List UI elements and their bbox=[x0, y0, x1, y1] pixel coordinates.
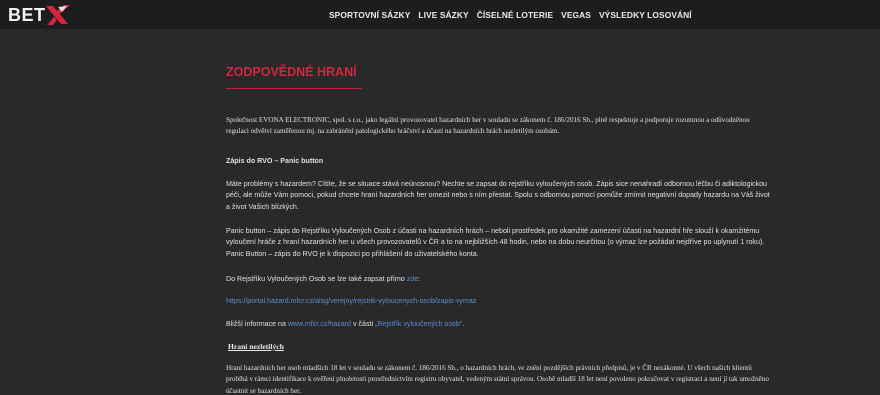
intro-paragraph: Společnost EVONA ELECTRONIC, spol. s r.o… bbox=[226, 116, 750, 136]
rvo-paragraph-1: Máte problémy s hazardem? Cítíte, že se … bbox=[226, 180, 770, 211]
more-pre: Bližší informace na bbox=[226, 320, 288, 328]
more-info-paragraph: Bližší informace na www.mfcr.cz/hazard v… bbox=[226, 319, 771, 330]
top-bar: BET X SPORTOVNÍ SÁZKY LIVE SÁZKY ČÍSELNÉ… bbox=[0, 0, 880, 29]
rvo-url-link[interactable]: https://portal.hazard.mfcr.cz/aisg/verej… bbox=[226, 297, 476, 305]
direct-end: : bbox=[418, 275, 421, 283]
rvo-paragraph-2: Panic button – zápis do Rejstříku Vylouč… bbox=[226, 227, 765, 258]
main-nav: SPORTOVNÍ SÁZKY LIVE SÁZKY ČÍSELNÉ LOTER… bbox=[329, 0, 700, 29]
nav-sportovni-sazky[interactable]: SPORTOVNÍ SÁZKY bbox=[329, 10, 410, 20]
title-underline bbox=[226, 88, 362, 89]
more-mid: v části bbox=[350, 320, 376, 328]
logo-text: BET bbox=[8, 5, 46, 25]
direct-text: Do Rejstříku Vyloučených Osob se lze tak… bbox=[226, 275, 407, 283]
nav-vysledky-losovani[interactable]: VÝSLEDKY LOSOVÁNÍ bbox=[599, 10, 692, 20]
direct-registration-text: Do Rejstříku Vyloučených Osob se lze tak… bbox=[226, 274, 771, 285]
nav-live-sazky[interactable]: LIVE SÁZKY bbox=[418, 10, 468, 20]
rejstrik-link[interactable]: „Rejstřík vyloučených osob“ bbox=[375, 320, 462, 328]
betx-logo[interactable]: BET X bbox=[8, 3, 70, 27]
nav-vegas[interactable]: VEGAS bbox=[561, 10, 591, 20]
nav-ciselne-loterie[interactable]: ČÍSELNÉ LOTERIE bbox=[477, 10, 553, 20]
rvo-heading: Zápis do RVO – Panic button bbox=[226, 157, 324, 165]
minors-heading: Hraní nezletilých bbox=[228, 342, 284, 351]
mfcr-hazard-link[interactable]: www.mfcr.cz/hazard bbox=[288, 320, 351, 328]
logo-x-mark: X bbox=[44, 3, 70, 27]
rvo-url-paragraph: https://portal.hazard.mfcr.cz/aisg/verej… bbox=[226, 296, 771, 307]
more-end: . bbox=[462, 320, 465, 328]
minors-paragraph: Hraní hazardních her osob mladších 18 le… bbox=[226, 364, 769, 395]
page-title: ZODPOVĚDNÉ HRANÍ bbox=[226, 65, 357, 79]
minors-heading-wrap: Hraní nezletilých bbox=[228, 341, 773, 353]
zde-link[interactable]: zde bbox=[407, 275, 418, 283]
